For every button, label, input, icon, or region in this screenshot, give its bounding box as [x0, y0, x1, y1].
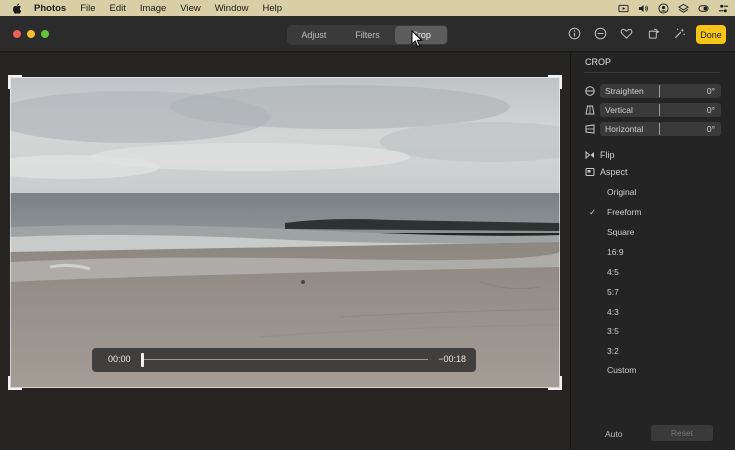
apple-menu-icon[interactable]	[10, 2, 24, 14]
toggle-switch-icon[interactable]	[698, 3, 709, 14]
menubar-status-area	[618, 0, 729, 16]
selected-checkmark-icon: ✓	[589, 207, 597, 217]
straighten-slider[interactable]: Straighten 0°	[585, 84, 721, 98]
vertical-perspective-icon	[585, 105, 595, 115]
screen-record-icon[interactable]	[618, 3, 629, 14]
slider-label: Horizontal	[605, 124, 644, 134]
aspect-option-square[interactable]: Square	[607, 227, 634, 237]
horizontal-perspective-icon	[585, 124, 595, 134]
slider-value: 0°	[706, 86, 715, 96]
menu-app-name[interactable]: Photos	[34, 3, 66, 14]
photo-canvas-area: 00:00 −00:18	[0, 53, 570, 450]
menu-view[interactable]: View	[180, 3, 200, 14]
aspect-option-16-9[interactable]: 16:9	[607, 247, 624, 257]
menu-image[interactable]: Image	[140, 3, 166, 14]
minimize-window-button[interactable]	[27, 30, 35, 38]
menu-window[interactable]: Window	[215, 3, 249, 14]
slider-value: 0°	[706, 105, 715, 115]
auto-enhance-icon[interactable]	[673, 27, 686, 40]
slider-center-tick	[659, 85, 660, 97]
aspect-option-original[interactable]: Original	[607, 187, 636, 197]
window-toolbar: Adjust Filters Crop Done	[0, 16, 735, 52]
menu-help[interactable]: Help	[263, 3, 283, 14]
flip-label: Flip	[600, 150, 615, 160]
crop-handle-bottom-left[interactable]	[8, 376, 22, 390]
aspect-section-header[interactable]: Aspect	[585, 167, 628, 177]
remaining-time: −00:18	[438, 354, 466, 364]
close-window-button[interactable]	[13, 30, 21, 38]
menu-bar: Photos File Edit Image View Window Help	[0, 0, 735, 16]
aspect-icon	[585, 168, 595, 176]
slider-label: Straighten	[605, 86, 644, 96]
control-center-icon[interactable]	[718, 3, 729, 14]
tab-filters[interactable]: Filters	[342, 26, 394, 44]
slider-center-tick	[659, 104, 660, 116]
slider-label: Vertical	[605, 105, 633, 115]
crop-handle-bottom-right[interactable]	[548, 376, 562, 390]
aspect-option-4-3[interactable]: 4:3	[607, 307, 619, 317]
volume-icon[interactable]	[638, 3, 649, 14]
straighten-icon	[585, 86, 595, 96]
current-time: 00:00	[108, 354, 131, 364]
layers-icon[interactable]	[678, 3, 689, 14]
flip-icon	[585, 150, 594, 160]
beach-video-frame	[10, 77, 560, 388]
flip-button[interactable]: Flip	[585, 150, 615, 160]
slider-center-tick	[659, 123, 660, 135]
crop-sidebar: CROP Straighten 0° Vertical 0° Horizonta…	[570, 53, 735, 450]
rotate-icon[interactable]	[647, 27, 660, 40]
aspect-option-5-7[interactable]: 5:7	[607, 287, 619, 297]
aspect-label: Aspect	[600, 167, 628, 177]
aspect-option-custom[interactable]: Custom	[607, 365, 636, 375]
slider-value: 0°	[706, 124, 715, 134]
aspect-option-3-2[interactable]: 3:2	[607, 346, 619, 356]
vertical-slider[interactable]: Vertical 0°	[585, 103, 721, 117]
info-icon[interactable]	[568, 27, 581, 40]
auto-button[interactable]: Auto	[605, 429, 623, 439]
scrubber-track[interactable]	[144, 359, 428, 360]
menu-file[interactable]: File	[80, 3, 95, 14]
sidebar-title: CROP	[585, 57, 612, 67]
crop-handle-top-right[interactable]	[548, 75, 562, 89]
sidebar-divider	[584, 72, 720, 73]
scrubber-playhead[interactable]	[141, 353, 144, 367]
favorite-heart-icon[interactable]	[620, 27, 633, 40]
menu-edit[interactable]: Edit	[110, 3, 126, 14]
video-scrubber[interactable]: 00:00 −00:18	[92, 348, 476, 372]
aspect-option-3-5[interactable]: 3:5	[607, 326, 619, 336]
horizontal-slider[interactable]: Horizontal 0°	[585, 122, 721, 136]
done-button[interactable]: Done	[696, 25, 726, 44]
crop-handle-top-left[interactable]	[8, 75, 22, 89]
zoom-window-button[interactable]	[41, 30, 49, 38]
tab-adjust[interactable]: Adjust	[288, 26, 340, 44]
aspect-option-freeform[interactable]: Freeform	[607, 207, 641, 217]
mouse-cursor-icon	[411, 30, 424, 48]
user-account-icon[interactable]	[658, 2, 669, 14]
aspect-option-4-5[interactable]: 4:5	[607, 267, 619, 277]
reset-button[interactable]: Reset	[651, 425, 713, 441]
adjust-levels-icon[interactable]	[594, 27, 607, 40]
